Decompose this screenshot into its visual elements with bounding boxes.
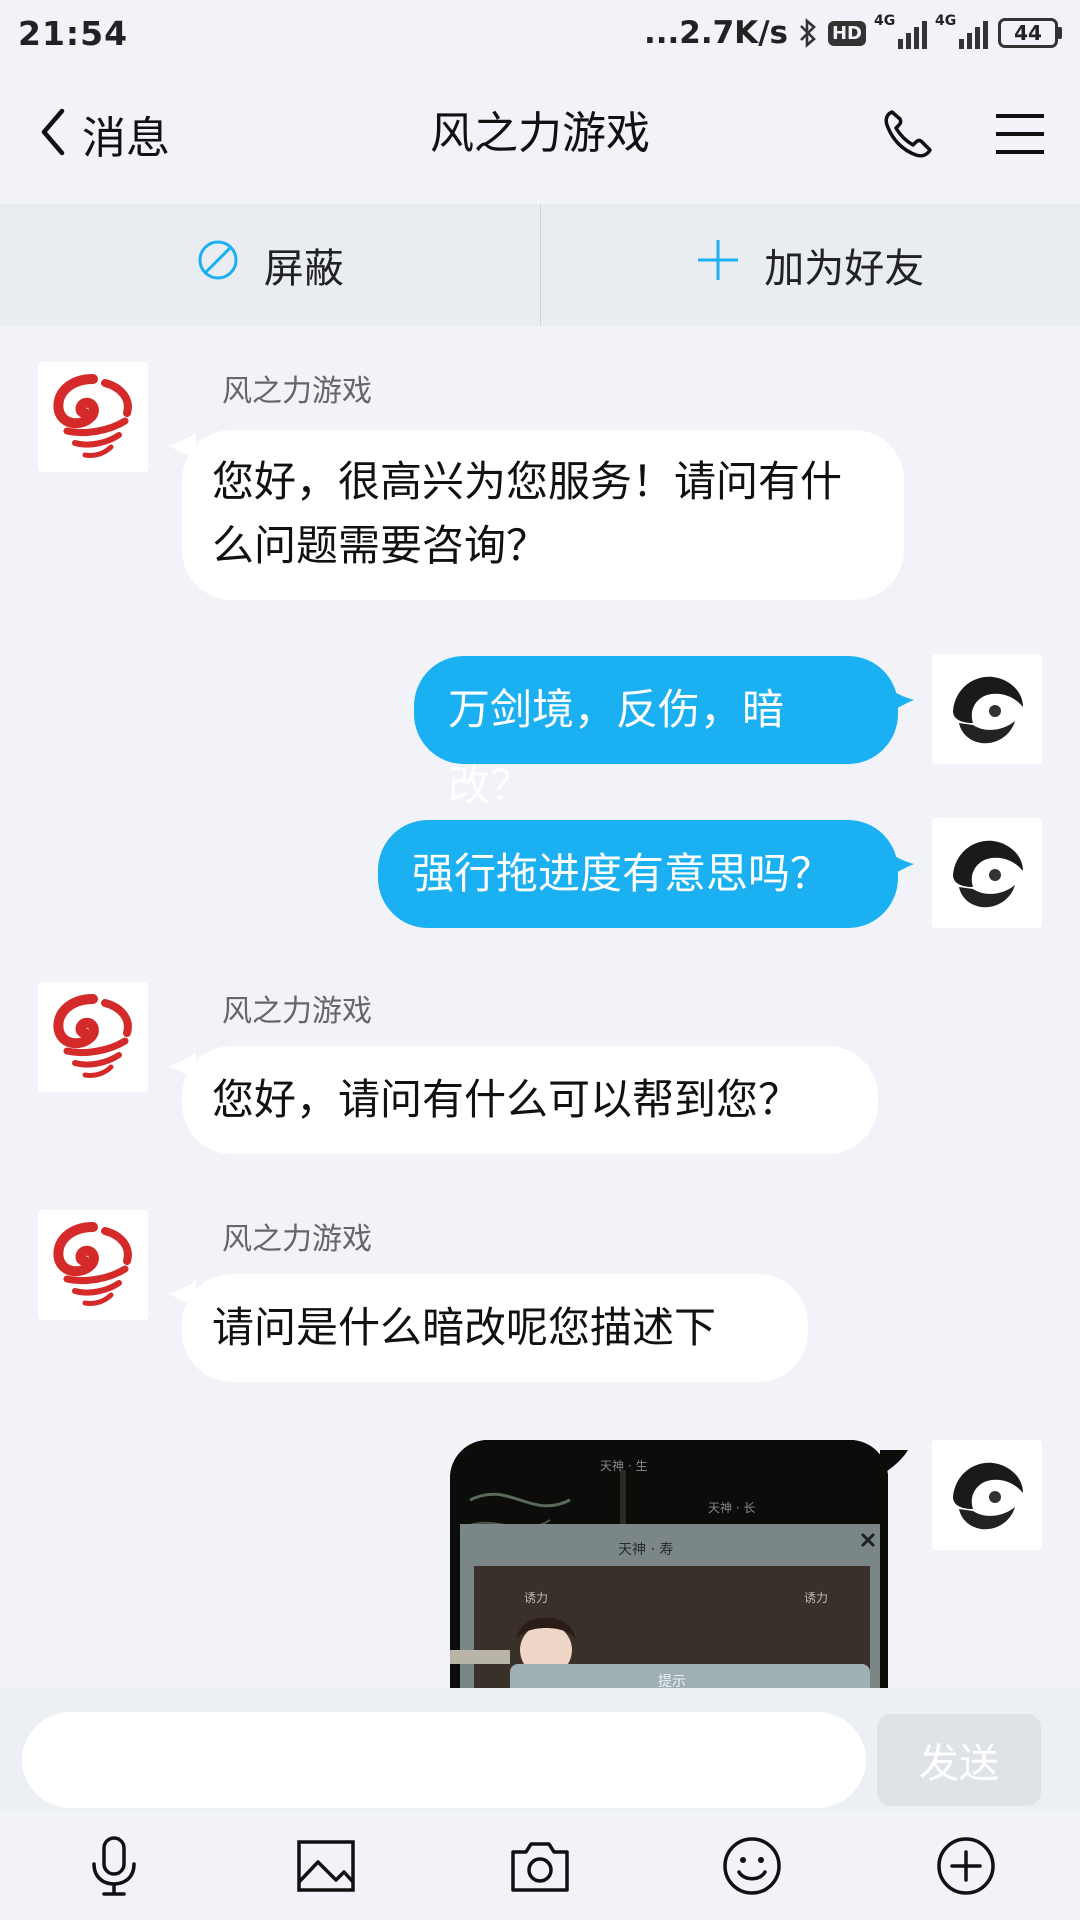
plus-icon: [696, 238, 740, 292]
ink-avatar-icon: [947, 669, 1027, 749]
sender-avatar[interactable]: [38, 1210, 148, 1320]
sender-name: 风之力游戏: [222, 994, 372, 1029]
signal-icon-2: 4G: [935, 13, 988, 49]
message-bubble[interactable]: 您好，请问有什么可以帮到您？: [182, 1046, 878, 1154]
message-bubble[interactable]: 您好，很高兴为您服务！请问有什么问题需要咨询？: [182, 430, 904, 600]
image-label: 提示: [658, 1674, 686, 1688]
add-circle-icon[interactable]: [934, 1834, 998, 1898]
phone-icon[interactable]: [880, 106, 936, 162]
game-screenshot-image: 天神 · 寿 天神 · 生 天神 · 长 诱力 诱力 提示: [450, 1440, 888, 1688]
signal-1-label: 4G: [874, 13, 896, 29]
battery-level: 44: [998, 18, 1058, 48]
my-avatar[interactable]: [932, 654, 1042, 764]
signal-icon-1: 4G: [874, 13, 927, 49]
image-label: 天神 · 长: [708, 1501, 755, 1515]
message-bubble[interactable]: 强行拖进度有意思吗？: [378, 820, 898, 928]
title-bar: 消息 风之力游戏: [0, 66, 1080, 204]
image-label: 天神 · 生: [600, 1459, 647, 1473]
bluetooth-icon: [798, 17, 818, 49]
battery-icon: 44: [998, 18, 1062, 48]
hd-icon: HD: [827, 20, 866, 46]
brand-logo-icon: [53, 994, 132, 1078]
add-friend-label: 加为好友: [764, 246, 925, 292]
ink-avatar-icon: [947, 1455, 1027, 1535]
status-bar: 21:54 ...2.7K/s HD 4G 4G 44: [0, 0, 1080, 66]
message-input[interactable]: [22, 1712, 866, 1808]
message-bubble[interactable]: 请问是什么暗改呢您描述下: [182, 1274, 808, 1382]
message-bubble[interactable]: 万剑境，反伤，暗改？: [414, 656, 898, 810]
image-icon[interactable]: [294, 1834, 358, 1898]
sender-name: 风之力游戏: [222, 1222, 372, 1257]
sender-name: 风之力游戏: [222, 374, 372, 409]
sender-avatar[interactable]: [38, 362, 148, 472]
sender-avatar[interactable]: [38, 982, 148, 1092]
brand-logo-icon: [53, 374, 132, 458]
bottom-toolbar: [0, 1810, 1080, 1920]
ink-avatar-icon: [947, 833, 1027, 913]
my-avatar[interactable]: [932, 1440, 1042, 1550]
signal-2-label: 4G: [935, 13, 957, 29]
my-avatar[interactable]: [932, 818, 1042, 928]
microphone-icon[interactable]: [82, 1834, 146, 1898]
image-message[interactable]: 天神 · 寿 天神 · 生 天神 · 长 诱力 诱力 提示: [450, 1440, 888, 1688]
menu-icon[interactable]: [994, 110, 1046, 158]
image-label: 诱力: [524, 1591, 548, 1605]
action-bar: 屏蔽 加为好友: [0, 204, 1080, 326]
image-label: 天神 · 寿: [618, 1541, 673, 1558]
input-bar: 发送: [0, 1688, 1080, 1810]
add-friend-button[interactable]: 加为好友: [541, 204, 1080, 326]
block-label: 屏蔽: [263, 246, 344, 292]
camera-icon[interactable]: [508, 1834, 572, 1898]
send-button[interactable]: 发送: [877, 1714, 1041, 1806]
image-label: 诱力: [804, 1591, 828, 1605]
emoji-icon[interactable]: [720, 1834, 784, 1898]
status-indicators: ...2.7K/s HD 4G 4G 44: [643, 13, 1062, 51]
brand-logo-icon: [53, 1222, 132, 1306]
chat-list[interactable]: 风之力游戏 您好，很高兴为您服务！请问有什么问题需要咨询？ 万剑境，反伤，暗改？…: [0, 326, 1080, 1688]
status-time: 21:54: [18, 13, 129, 53]
block-icon: [196, 238, 240, 292]
block-button[interactable]: 屏蔽: [0, 204, 540, 326]
network-speed: ...2.7K/s: [643, 15, 788, 51]
